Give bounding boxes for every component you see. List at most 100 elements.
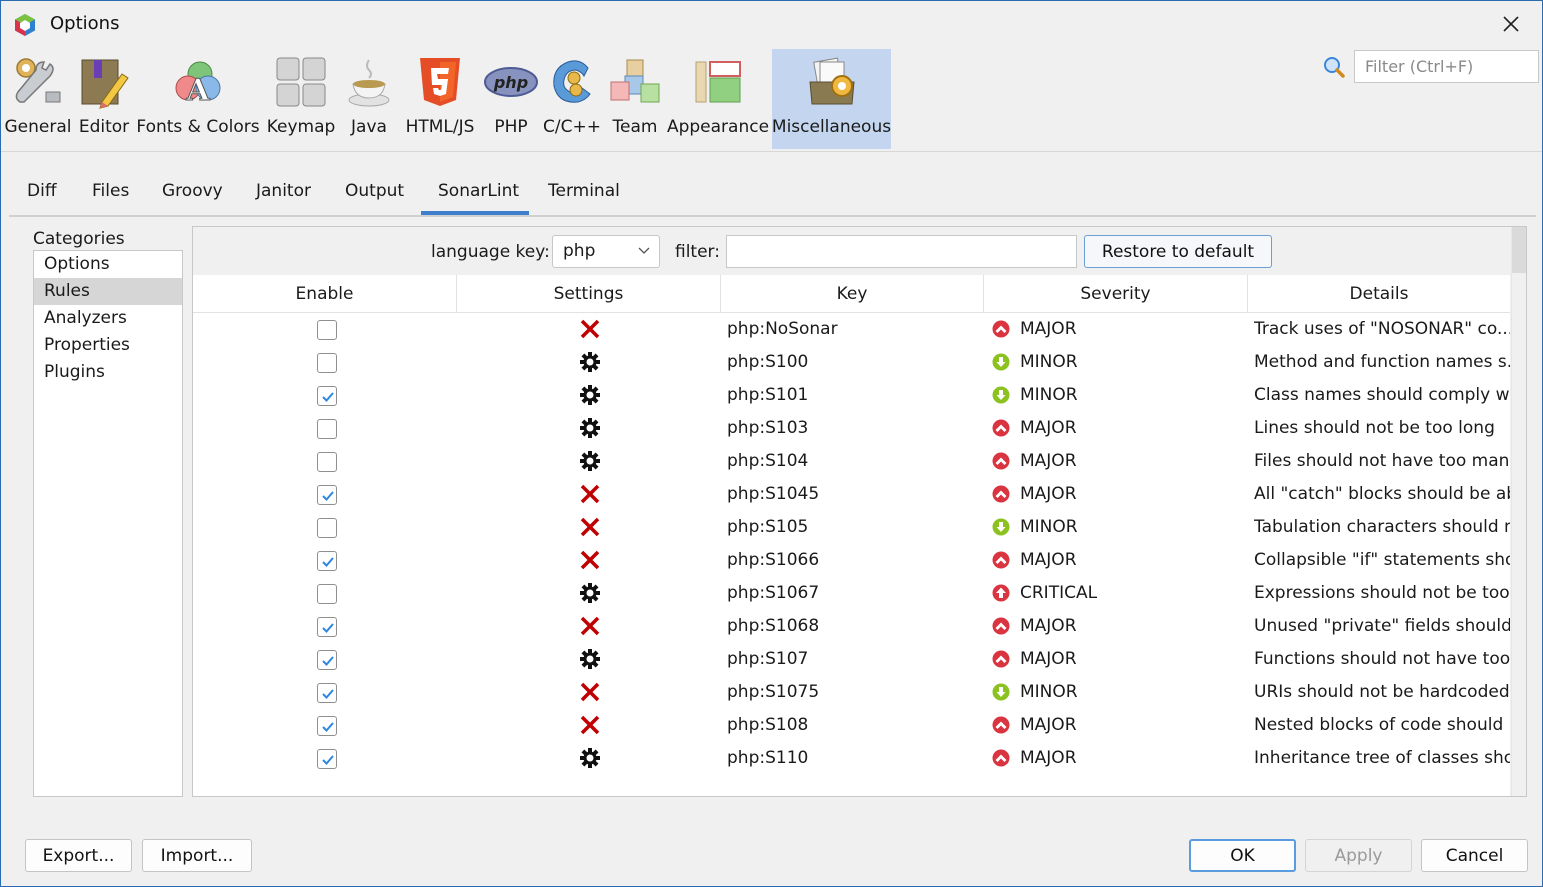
table-row[interactable]: php:S1075 MINOR URIs should not be hardcod…: [193, 676, 1510, 709]
rule-filter-input[interactable]: [726, 235, 1077, 268]
tab-janitor[interactable]: Janitor: [256, 181, 311, 201]
scrollbar-thumb[interactable]: [1512, 227, 1526, 273]
category-label: General: [4, 117, 72, 137]
not-configurable-x-icon[interactable]: [579, 615, 601, 637]
column-header-severity[interactable]: Severity: [984, 275, 1248, 313]
category-miscellaneous[interactable]: Miscellaneous: [772, 49, 891, 149]
cancel-button[interactable]: Cancel: [1421, 839, 1528, 872]
gear-icon[interactable]: [579, 747, 601, 769]
category-keymap[interactable]: Keymap: [265, 49, 337, 149]
enable-checkbox[interactable]: [317, 584, 337, 604]
tab-files[interactable]: Files: [92, 181, 129, 201]
svg-text:A: A: [185, 73, 210, 108]
table-row[interactable]: php:S1066 MAJOR Collapsible "if" statement…: [193, 544, 1510, 577]
apply-button[interactable]: Apply: [1305, 839, 1412, 872]
restore-to-default-button[interactable]: Restore to default: [1084, 235, 1272, 268]
enable-checkbox[interactable]: [317, 518, 337, 538]
table-row[interactable]: php:S100 MINOR Method and function names s…: [193, 346, 1510, 379]
enable-checkbox[interactable]: [317, 683, 337, 703]
gear-icon[interactable]: [579, 450, 601, 472]
table-row[interactable]: php:S108 MAJOR Nested blocks of code shoul…: [193, 709, 1510, 742]
column-header-settings[interactable]: Settings: [457, 275, 721, 313]
gear-icon[interactable]: [579, 351, 601, 373]
enable-checkbox[interactable]: [317, 386, 337, 406]
checkmark-icon: [322, 689, 334, 699]
export-button[interactable]: Export...: [25, 839, 132, 872]
rule-details: Method and function names s...: [1254, 352, 1510, 372]
rules-toolbar: language key: php filter: Restore to def…: [193, 227, 1511, 275]
table-row[interactable]: php:S1045 MAJOR All "catch" blocks should …: [193, 478, 1510, 511]
category-appearance[interactable]: Appearance: [667, 49, 769, 149]
ok-button[interactable]: OK: [1189, 839, 1296, 872]
tab-diff[interactable]: Diff: [27, 181, 57, 201]
vertical-scrollbar[interactable]: [1511, 227, 1526, 796]
column-header-enable[interactable]: Enable: [193, 275, 457, 313]
tab-terminal[interactable]: Terminal: [548, 181, 620, 201]
enable-checkbox[interactable]: [317, 320, 337, 340]
miscellaneous-icon: [808, 57, 855, 105]
options-filter-input[interactable]: [1354, 50, 1539, 83]
category-team[interactable]: Team: [607, 49, 663, 149]
table-row[interactable]: php:S1067 CRITICAL Expressions should not …: [193, 577, 1510, 610]
table-row[interactable]: php:S107 MAJOR Functions should not have t…: [193, 643, 1510, 676]
table-row[interactable]: php:S101 MINOR Class names should comply w…: [193, 379, 1510, 412]
import-button[interactable]: Import...: [142, 839, 252, 872]
rule-details: Inheritance tree of classes sho...: [1254, 748, 1510, 768]
sidebar-item-options[interactable]: Options: [34, 251, 182, 278]
rule-details: Functions should not have too...: [1254, 649, 1510, 669]
tab-sonarlint[interactable]: SonarLint: [438, 181, 519, 201]
cpp-icon: [553, 60, 591, 103]
gear-icon[interactable]: [579, 417, 601, 439]
language-key-select[interactable]: php: [552, 235, 660, 268]
sidebar-item-properties[interactable]: Properties: [34, 332, 182, 359]
severity-label: MAJOR: [1020, 550, 1077, 570]
table-row[interactable]: php:S1068 MAJOR Unused "private" fields sh…: [193, 610, 1510, 643]
table-row[interactable]: php:S104 MAJOR Files should not have too m…: [193, 445, 1510, 478]
column-header-key[interactable]: Key: [721, 275, 984, 313]
category-general[interactable]: General: [4, 49, 72, 149]
table-row[interactable]: php:S105 MINOR Tabulation characters shoul…: [193, 511, 1510, 544]
gear-icon[interactable]: [579, 384, 601, 406]
tab-groovy[interactable]: Groovy: [162, 181, 223, 201]
not-configurable-x-icon[interactable]: [579, 549, 601, 571]
not-configurable-x-icon[interactable]: [579, 714, 601, 736]
gear-icon[interactable]: [579, 582, 601, 604]
enable-checkbox[interactable]: [317, 353, 337, 373]
enable-checkbox[interactable]: [317, 452, 337, 472]
not-configurable-x-icon[interactable]: [579, 516, 601, 538]
enable-checkbox[interactable]: [317, 551, 337, 571]
keymap-icon: [276, 57, 326, 107]
enable-checkbox[interactable]: [317, 419, 337, 439]
enable-checkbox[interactable]: [317, 617, 337, 637]
not-configurable-x-icon[interactable]: [579, 483, 601, 505]
enable-checkbox[interactable]: [317, 485, 337, 505]
category-toolbar: General Editor A Fonts & Colors Keymap J…: [1, 49, 901, 149]
checkmark-icon: [322, 755, 334, 765]
tab-output[interactable]: Output: [345, 181, 404, 201]
gear-icon[interactable]: [579, 648, 601, 670]
category-java[interactable]: Java: [343, 49, 395, 149]
severity-label: MAJOR: [1020, 451, 1077, 471]
category-html-js[interactable]: HTML/JS: [401, 49, 479, 149]
not-configurable-x-icon[interactable]: [579, 681, 601, 703]
enable-checkbox[interactable]: [317, 650, 337, 670]
sidebar-item-rules[interactable]: Rules: [34, 278, 182, 305]
enable-checkbox[interactable]: [317, 749, 337, 769]
severity-label: MAJOR: [1020, 418, 1077, 438]
enable-checkbox[interactable]: [317, 716, 337, 736]
table-row[interactable]: php:S110 MAJOR Inheritance tree of classes…: [193, 742, 1510, 775]
sidebar-item-plugins[interactable]: Plugins: [34, 359, 182, 386]
category-editor[interactable]: Editor: [77, 49, 131, 149]
column-header-details[interactable]: Details: [1248, 275, 1510, 313]
category-fonts-colors[interactable]: A Fonts & Colors: [135, 49, 261, 149]
sidebar-item-analyzers[interactable]: Analyzers: [34, 305, 182, 332]
close-icon[interactable]: [1498, 11, 1524, 37]
window-title: Options: [50, 13, 120, 34]
toolbar-divider: [1, 151, 1542, 152]
not-configurable-x-icon[interactable]: [579, 318, 601, 340]
table-row[interactable]: php:NoSonar MAJOR Track uses of "NOSONAR" …: [193, 313, 1510, 346]
category-cpp[interactable]: C/C++: [543, 49, 601, 149]
category-php[interactable]: php PHP: [483, 49, 539, 149]
severity-label: MAJOR: [1020, 484, 1077, 504]
table-row[interactable]: php:S103 MAJOR Lines should not be too lon…: [193, 412, 1510, 445]
